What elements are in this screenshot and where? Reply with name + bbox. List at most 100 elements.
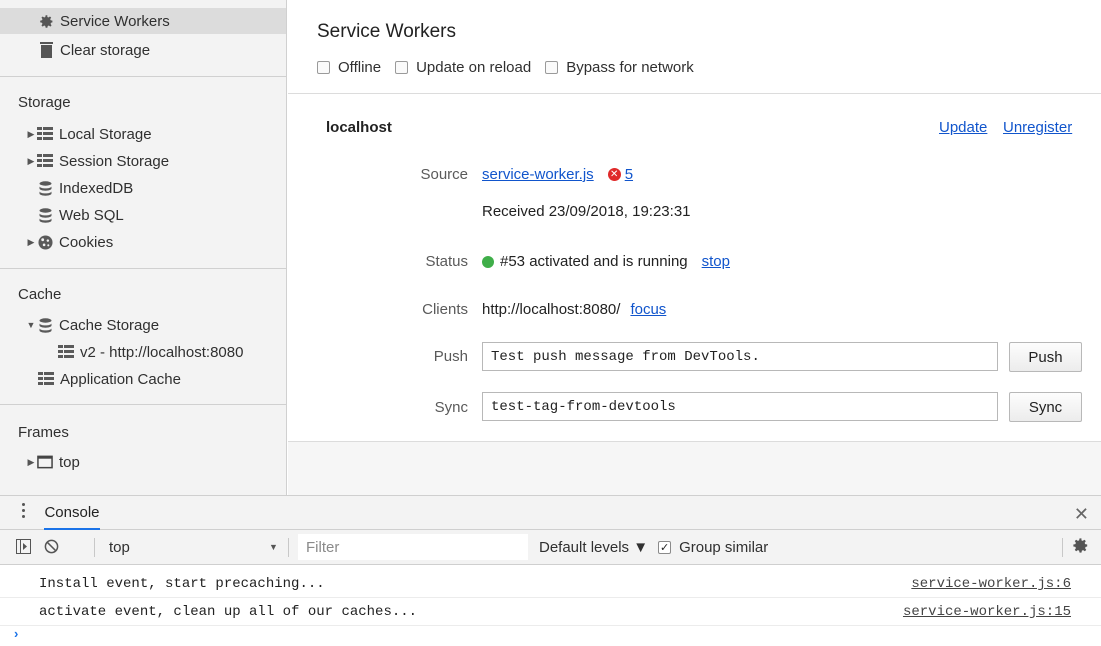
sidebar-item-label: Local Storage [59,125,152,143]
push-label: Push [433,348,468,365]
console-message-text: activate event, clean up all of our cach… [39,604,418,620]
grid-icon [37,126,53,142]
sidebar-divider [0,404,286,405]
toolbar-divider [288,538,289,557]
page-title: Service Workers [317,21,457,42]
sidebar-item-label: IndexedDB [59,179,134,197]
sidebar-item-cache-storage[interactable]: ▼ Cache Storage [0,312,286,338]
clients-label: Clients [422,301,468,318]
console-toolbar: top ▼ Filter Default levels ▼ ✓ Group si… [0,530,1101,565]
sidebar-item-frame-top[interactable]: ▶ top [0,449,286,475]
expand-arrow-icon[interactable]: ▶ [25,237,37,248]
console-settings-gear-icon[interactable] [1072,537,1089,558]
sidebar-item-label: Session Storage [59,152,170,170]
update-link[interactable]: Update [939,119,987,136]
application-sidebar: Service Workers Clear storage Storage ▶ … [0,0,287,495]
status-row: #53 activated and is running stop [482,253,730,270]
sidebar-item-label: Clear storage [60,41,151,59]
service-worker-options: Offline Update on reload Bypass for netw… [317,59,708,76]
sidebar-item-application-cache[interactable]: Application Cache [0,366,286,392]
service-workers-panel: Service Workers Offline Update on reload… [288,0,1101,495]
close-icon[interactable]: ✕ [1074,504,1089,525]
received-timestamp: Received 23/09/2018, 19:23:31 [482,203,691,220]
sidebar-divider [0,76,286,77]
sidebar-item-label: Cache Storage [59,316,160,334]
sidebar-item-cookies[interactable]: ▶ Cookies [0,229,286,255]
console-source-link[interactable]: service-worker.js:6 [911,576,1071,592]
clear-console-icon[interactable] [44,539,59,558]
gear-icon [38,13,54,29]
toolbar-divider [1062,538,1063,557]
grid-icon [38,371,54,387]
group-similar-label: Group similar [679,539,769,556]
grid-icon [37,153,53,169]
clients-row: http://localhost:8080/ focus [482,301,666,318]
more-tools-menu-icon[interactable] [20,503,26,518]
sidebar-item-web-sql[interactable]: Web SQL [0,202,286,228]
unregister-link[interactable]: Unregister [1003,119,1072,136]
console-message-text: Install event, start precaching... [39,576,325,592]
push-message-input[interactable]: Test push message from DevTools. [482,342,998,371]
console-message: activate event, clean up all of our cach… [0,598,1101,626]
bypass-for-network-checkbox[interactable]: Bypass for network [545,59,694,76]
drawer-tabbar: Console ✕ [0,495,1101,530]
status-text: #53 activated and is running [500,253,688,270]
expand-arrow-icon[interactable]: ▶ [25,156,37,167]
console-prompt[interactable]: › [14,626,18,641]
sync-label: Sync [434,399,468,416]
console-source-link[interactable]: service-worker.js:15 [903,604,1071,620]
focus-link[interactable]: focus [630,301,666,318]
sidebar-item-session-storage[interactable]: ▶ Session Storage [0,148,286,174]
update-on-reload-checkbox[interactable]: Update on reload [395,59,531,76]
sync-tag-input[interactable]: test-tag-from-devtools [482,392,998,421]
source-file-link[interactable]: service-worker.js [482,166,594,183]
context-selector[interactable]: top [109,539,130,556]
source-label: Source [420,166,468,183]
cookie-icon [37,234,53,250]
client-url: http://localhost:8080/ [482,301,621,318]
sidebar-item-label: Cookies [59,233,114,251]
checkbox-label: Update on reload [416,59,532,76]
group-similar-checkbox[interactable]: ✓ [658,541,672,554]
collapse-arrow-icon[interactable]: ▼ [25,320,37,330]
section-divider [288,93,1101,94]
error-count-link[interactable]: 5 [625,166,633,183]
error-icon: ✕ [607,168,621,181]
sidebar-item-clear-storage[interactable]: Clear storage [0,37,286,63]
sidebar-divider [0,268,286,269]
database-icon [37,317,53,333]
panel-footer [288,442,1101,495]
origin-title: localhost [326,119,392,136]
push-button[interactable]: Push [1009,342,1082,372]
sync-button[interactable]: Sync [1009,392,1082,422]
offline-checkbox[interactable]: Offline [317,59,381,76]
sidebar-item-label: Web SQL [59,206,124,224]
console-message: Install event, start precaching... servi… [0,570,1101,598]
tab-console[interactable]: Console [44,496,100,530]
expand-arrow-icon[interactable]: ▶ [25,457,37,468]
sidebar-item-label: Service Workers [60,12,170,30]
checkbox-label: Bypass for network [566,59,694,76]
filter-input[interactable]: Filter [298,534,528,560]
sidebar-item-indexeddb[interactable]: IndexedDB [0,175,286,201]
storage-section-title: Storage [18,94,71,111]
sidebar-toggle-icon[interactable] [16,539,31,558]
sidebar-item-service-workers[interactable]: Service Workers [0,8,286,34]
checkbox-box[interactable] [545,61,559,74]
log-levels-area: Default levels ▼ ✓ Group similar [539,539,768,556]
frame-icon [37,454,53,470]
toolbar-divider [94,538,95,557]
checkbox-label: Offline [338,59,382,76]
checkbox-box[interactable] [317,61,330,74]
expand-arrow-icon[interactable]: ▶ [25,129,37,140]
chevron-down-icon[interactable]: ▼ [269,542,278,552]
frames-section-title: Frames [18,424,69,441]
sidebar-item-cache-v2[interactable]: v2 - http://localhost:8080 [0,339,286,365]
sidebar-item-label: Application Cache [60,370,181,388]
default-levels-dropdown[interactable]: Default levels ▼ [539,539,648,556]
sidebar-item-local-storage[interactable]: ▶ Local Storage [0,121,286,147]
database-icon [37,207,53,223]
trash-icon [38,42,54,58]
checkbox-box[interactable] [395,61,409,74]
stop-link[interactable]: stop [702,253,730,270]
